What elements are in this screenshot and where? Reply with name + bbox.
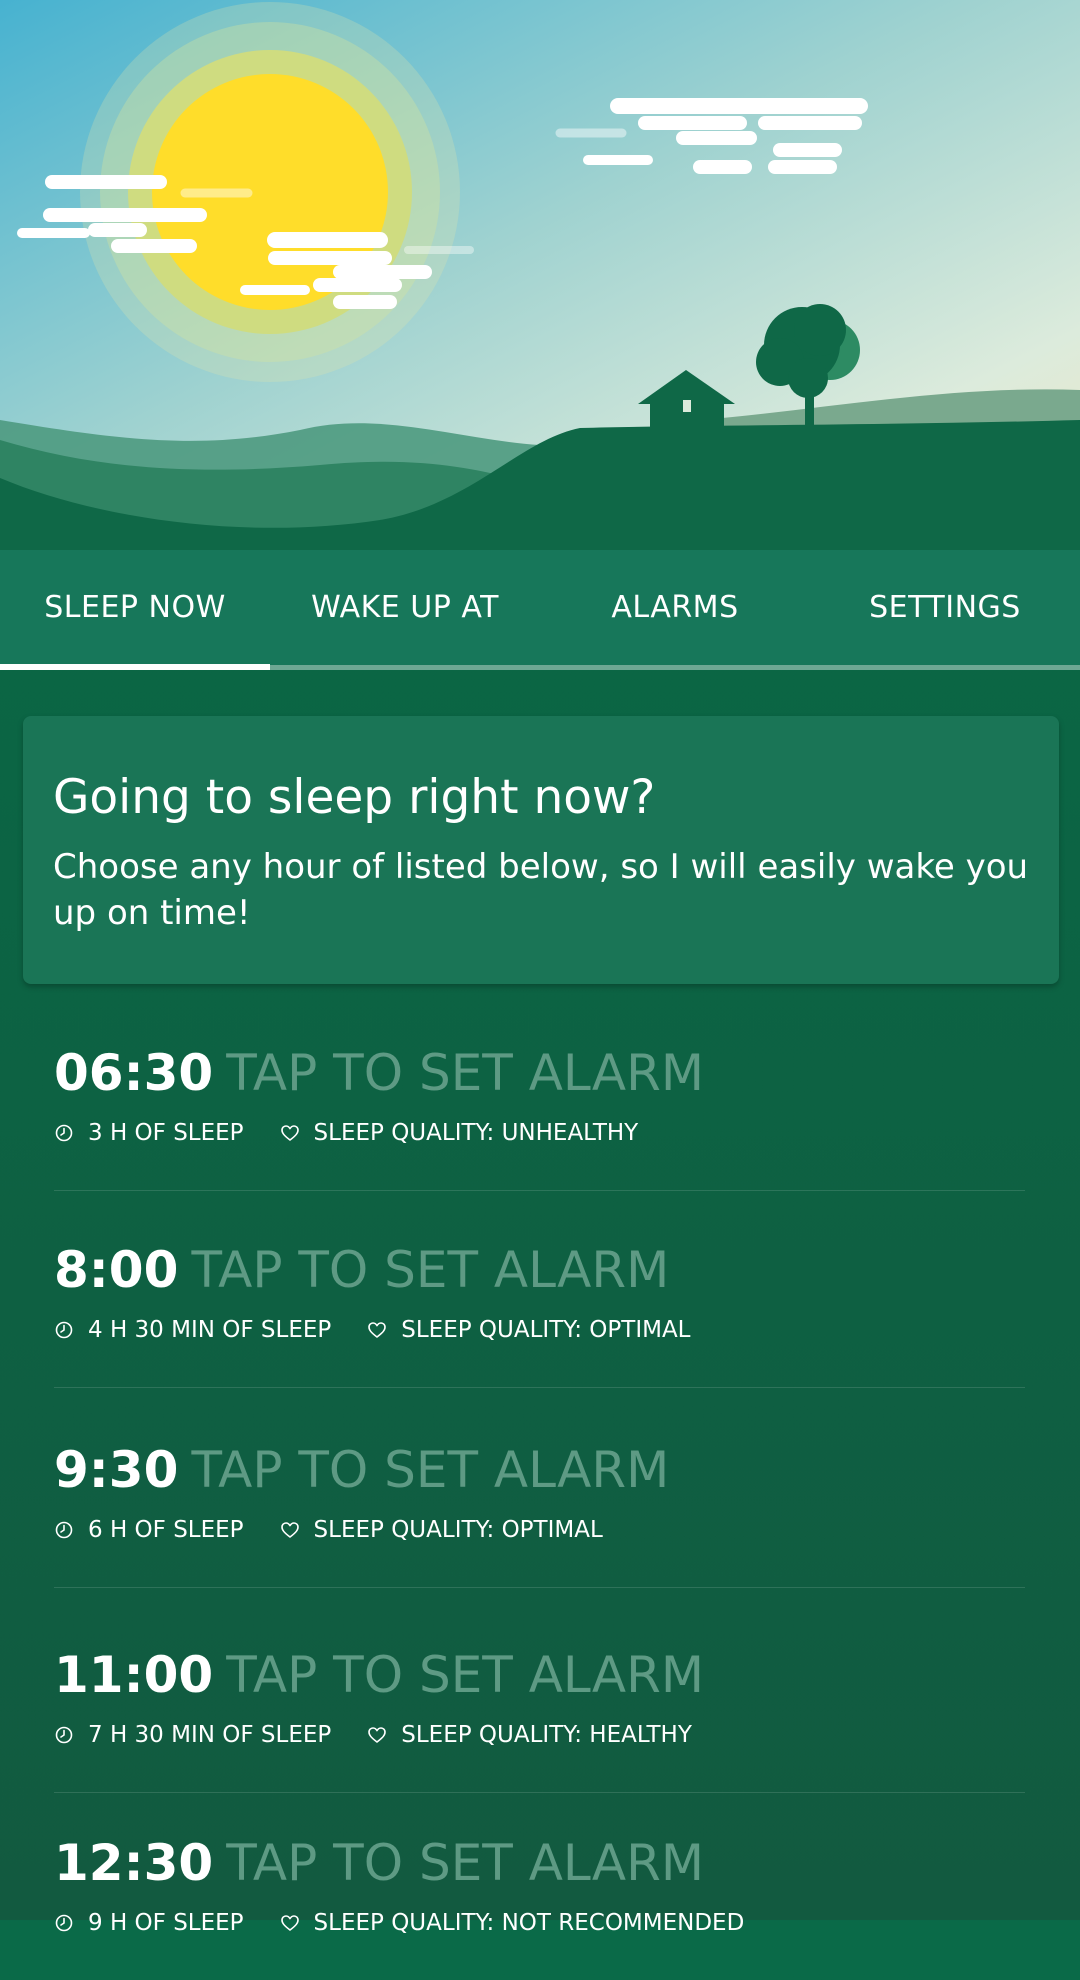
alarm-meta: 9 H OF SLEEP SLEEP QUALITY: NOT RECOMMEN…: [54, 1910, 744, 1936]
alarm-option[interactable]: 06:30 TAP TO SET ALARM 3 H OF SLEEP SLEE…: [54, 990, 1025, 1191]
clock-icon: [54, 1725, 74, 1745]
alarm-heading: 12:30 TAP TO SET ALARM: [54, 1838, 704, 1888]
clock-icon: [54, 1520, 74, 1540]
clock-icon: [54, 1123, 74, 1143]
tab-bar: SLEEP NOW WAKE UP AT ALARMS SETTINGS: [0, 550, 1080, 670]
heart-icon: [367, 1320, 387, 1340]
sleep-duration: 4 H 30 MIN OF SLEEP: [88, 1317, 332, 1343]
alarm-time: 8:00: [54, 1241, 179, 1299]
heart-icon: [280, 1520, 300, 1540]
sleep-duration: 9 H OF SLEEP: [88, 1910, 244, 1936]
heart-icon: [280, 1123, 300, 1143]
intro-card: Going to sleep right now? Choose any hou…: [23, 716, 1059, 984]
sleep-duration: 6 H OF SLEEP: [88, 1517, 244, 1543]
alarm-time: 06:30: [54, 1044, 214, 1102]
alarm-time: 9:30: [54, 1441, 179, 1499]
intro-text: Choose any hour of listed below, so I wi…: [53, 847, 1029, 933]
set-alarm-hint: TAP TO SET ALARM: [226, 1646, 705, 1704]
sleep-quality: SLEEP QUALITY: HEALTHY: [401, 1722, 692, 1748]
tab-sleep-now[interactable]: SLEEP NOW: [0, 550, 270, 665]
alarm-meta: 4 H 30 MIN OF SLEEP SLEEP QUALITY: OPTIM…: [54, 1317, 691, 1343]
tab-wake-up-at[interactable]: WAKE UP AT: [270, 550, 540, 665]
sleep-quality: SLEEP QUALITY: OPTIMAL: [401, 1317, 691, 1343]
set-alarm-hint: TAP TO SET ALARM: [226, 1834, 705, 1892]
header-illustration: [0, 0, 1080, 550]
sun-icon: [80, 2, 460, 382]
alarm-heading: 11:00 TAP TO SET ALARM: [54, 1650, 704, 1700]
alarm-heading: 8:00 TAP TO SET ALARM: [54, 1245, 669, 1295]
alarm-option[interactable]: 12:30 TAP TO SET ALARM 9 H OF SLEEP SLEE…: [54, 1780, 1025, 1980]
alarm-meta: 7 H 30 MIN OF SLEEP SLEEP QUALITY: HEALT…: [54, 1722, 692, 1748]
set-alarm-hint: TAP TO SET ALARM: [191, 1441, 670, 1499]
tab-settings[interactable]: SETTINGS: [810, 550, 1080, 665]
sleep-quality: SLEEP QUALITY: UNHEALTHY: [313, 1120, 639, 1146]
alarm-meta: 3 H OF SLEEP SLEEP QUALITY: UNHEALTHY: [54, 1120, 638, 1146]
clock-icon: [54, 1320, 74, 1340]
tab-active-indicator: [0, 664, 270, 670]
alarm-meta: 6 H OF SLEEP SLEEP QUALITY: OPTIMAL: [54, 1517, 603, 1543]
alarm-option[interactable]: 8:00 TAP TO SET ALARM 4 H 30 MIN OF SLEE…: [54, 1187, 1025, 1388]
alarm-time: 12:30: [54, 1834, 214, 1892]
set-alarm-hint: TAP TO SET ALARM: [191, 1241, 670, 1299]
clock-icon: [54, 1913, 74, 1933]
alarm-heading: 06:30 TAP TO SET ALARM: [54, 1048, 704, 1098]
alarm-option[interactable]: 11:00 TAP TO SET ALARM 7 H 30 MIN OF SLE…: [54, 1592, 1025, 1793]
sleep-duration: 7 H 30 MIN OF SLEEP: [88, 1722, 332, 1748]
set-alarm-hint: TAP TO SET ALARM: [226, 1044, 705, 1102]
alarm-option[interactable]: 9:30 TAP TO SET ALARM 6 H OF SLEEP SLEEP…: [54, 1387, 1025, 1588]
heart-icon: [367, 1725, 387, 1745]
alarm-time: 11:00: [54, 1646, 214, 1704]
intro-title: Going to sleep right now?: [53, 770, 656, 825]
alarm-heading: 9:30 TAP TO SET ALARM: [54, 1445, 669, 1495]
sleep-quality: SLEEP QUALITY: NOT RECOMMENDED: [313, 1910, 745, 1936]
sleep-quality: SLEEP QUALITY: OPTIMAL: [313, 1517, 603, 1543]
heart-icon: [280, 1913, 300, 1933]
tab-alarms[interactable]: ALARMS: [540, 550, 810, 665]
sleep-duration: 3 H OF SLEEP: [88, 1120, 244, 1146]
